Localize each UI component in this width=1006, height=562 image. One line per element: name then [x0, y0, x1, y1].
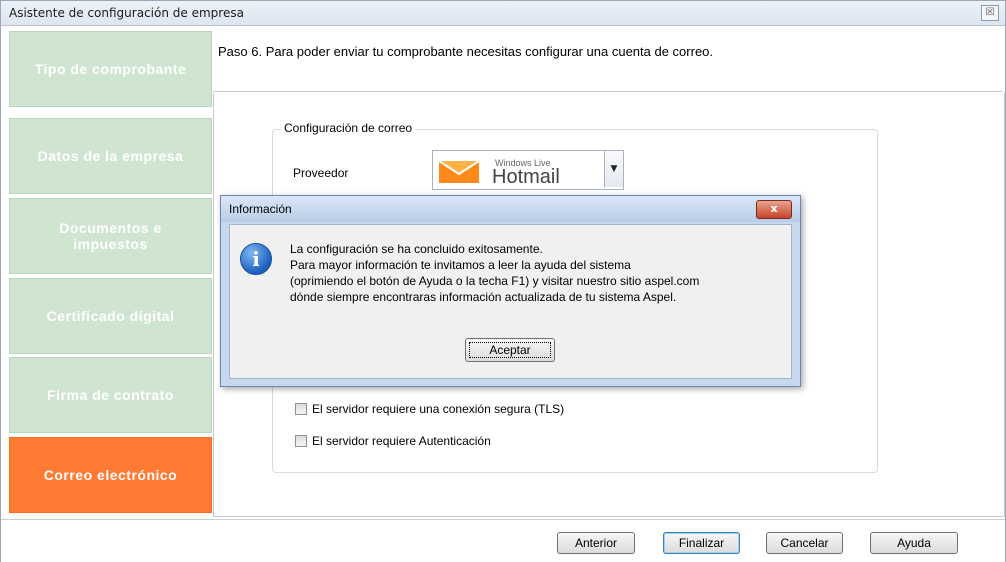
group-title: Configuración de correo: [281, 121, 416, 135]
hotmail-logo: Windows Live Hotmail: [438, 158, 560, 185]
window-title: Asistente de configuración de empresa: [9, 6, 244, 20]
step-certificado-digital[interactable]: Certificado digital: [9, 278, 212, 354]
step-firma-de-contrato[interactable]: Firma de contrato: [9, 357, 212, 433]
step-label: Certificado digital: [46, 308, 175, 324]
auth-label: El servidor requiere Autenticación: [312, 434, 491, 448]
message-line: La configuración se ha concluido exitosa…: [290, 242, 543, 256]
dialog-body: i La configuración se ha concluido exito…: [229, 224, 792, 379]
info-icon: i: [240, 243, 272, 275]
step-header: Paso 6. Para poder enviar tu comprobante…: [213, 31, 1003, 92]
button-bar: Anterior Finalizar Cancelar Ayuda: [1, 519, 1005, 562]
dialog-title: Información: [229, 202, 292, 216]
step-label: Firma de contrato: [47, 387, 174, 403]
auth-checkbox[interactable]: [295, 435, 307, 447]
close-window-button[interactable]: ☒: [981, 5, 999, 21]
provider-select[interactable]: Windows Live Hotmail ▼: [432, 150, 624, 190]
step-label: Tipo de comprobante: [34, 61, 187, 77]
provider-label: Proveedor: [293, 166, 349, 180]
message-line: dónde siempre encontraras información ac…: [290, 290, 677, 304]
step-label: Documentos e impuestos: [59, 220, 162, 252]
dialog-close-button[interactable]: x: [756, 200, 792, 219]
step-tipo-de-comprobante[interactable]: Tipo de comprobante: [9, 31, 212, 107]
focus-rect: [469, 342, 551, 358]
step-label: Correo electrónico: [43, 467, 178, 483]
step-documentos-e-impuestos[interactable]: Documentos e impuestos: [9, 198, 212, 274]
message-line: Para mayor información te invitamos a le…: [290, 258, 631, 272]
step-datos-de-la-empresa[interactable]: Datos de la empresa: [9, 118, 212, 194]
tls-checkbox[interactable]: [295, 403, 307, 415]
step-instructions: Paso 6. Para poder enviar tu comprobante…: [218, 44, 714, 59]
svg-text:Hotmail: Hotmail: [492, 166, 560, 185]
tls-label: El servidor requiere una conexión segura…: [312, 402, 565, 416]
tls-option[interactable]: El servidor requiere una conexión segura…: [295, 402, 564, 416]
previous-button[interactable]: Anterior: [557, 532, 635, 554]
auth-option[interactable]: El servidor requiere Autenticación: [295, 434, 491, 448]
step-label: Datos de la empresa: [37, 148, 184, 164]
accept-button[interactable]: Aceptar: [465, 338, 555, 362]
cancel-button[interactable]: Cancelar: [766, 532, 843, 554]
dialog-message: La configuración se ha concluido exitosa…: [290, 241, 699, 305]
step-correo-electronico[interactable]: Correo electrónico: [9, 437, 212, 513]
info-dialog: Información x i La configuración se ha c…: [220, 195, 801, 387]
title-bar: Asistente de configuración de empresa ☒: [1, 1, 1005, 26]
help-button[interactable]: Ayuda: [870, 532, 958, 554]
dropdown-arrow-icon[interactable]: ▼: [604, 151, 623, 187]
finish-button[interactable]: Finalizar: [663, 532, 740, 554]
dialog-title-bar: Información x: [221, 196, 800, 222]
message-line: (oprimiendo el botón de Ayuda o la techa…: [290, 274, 700, 288]
